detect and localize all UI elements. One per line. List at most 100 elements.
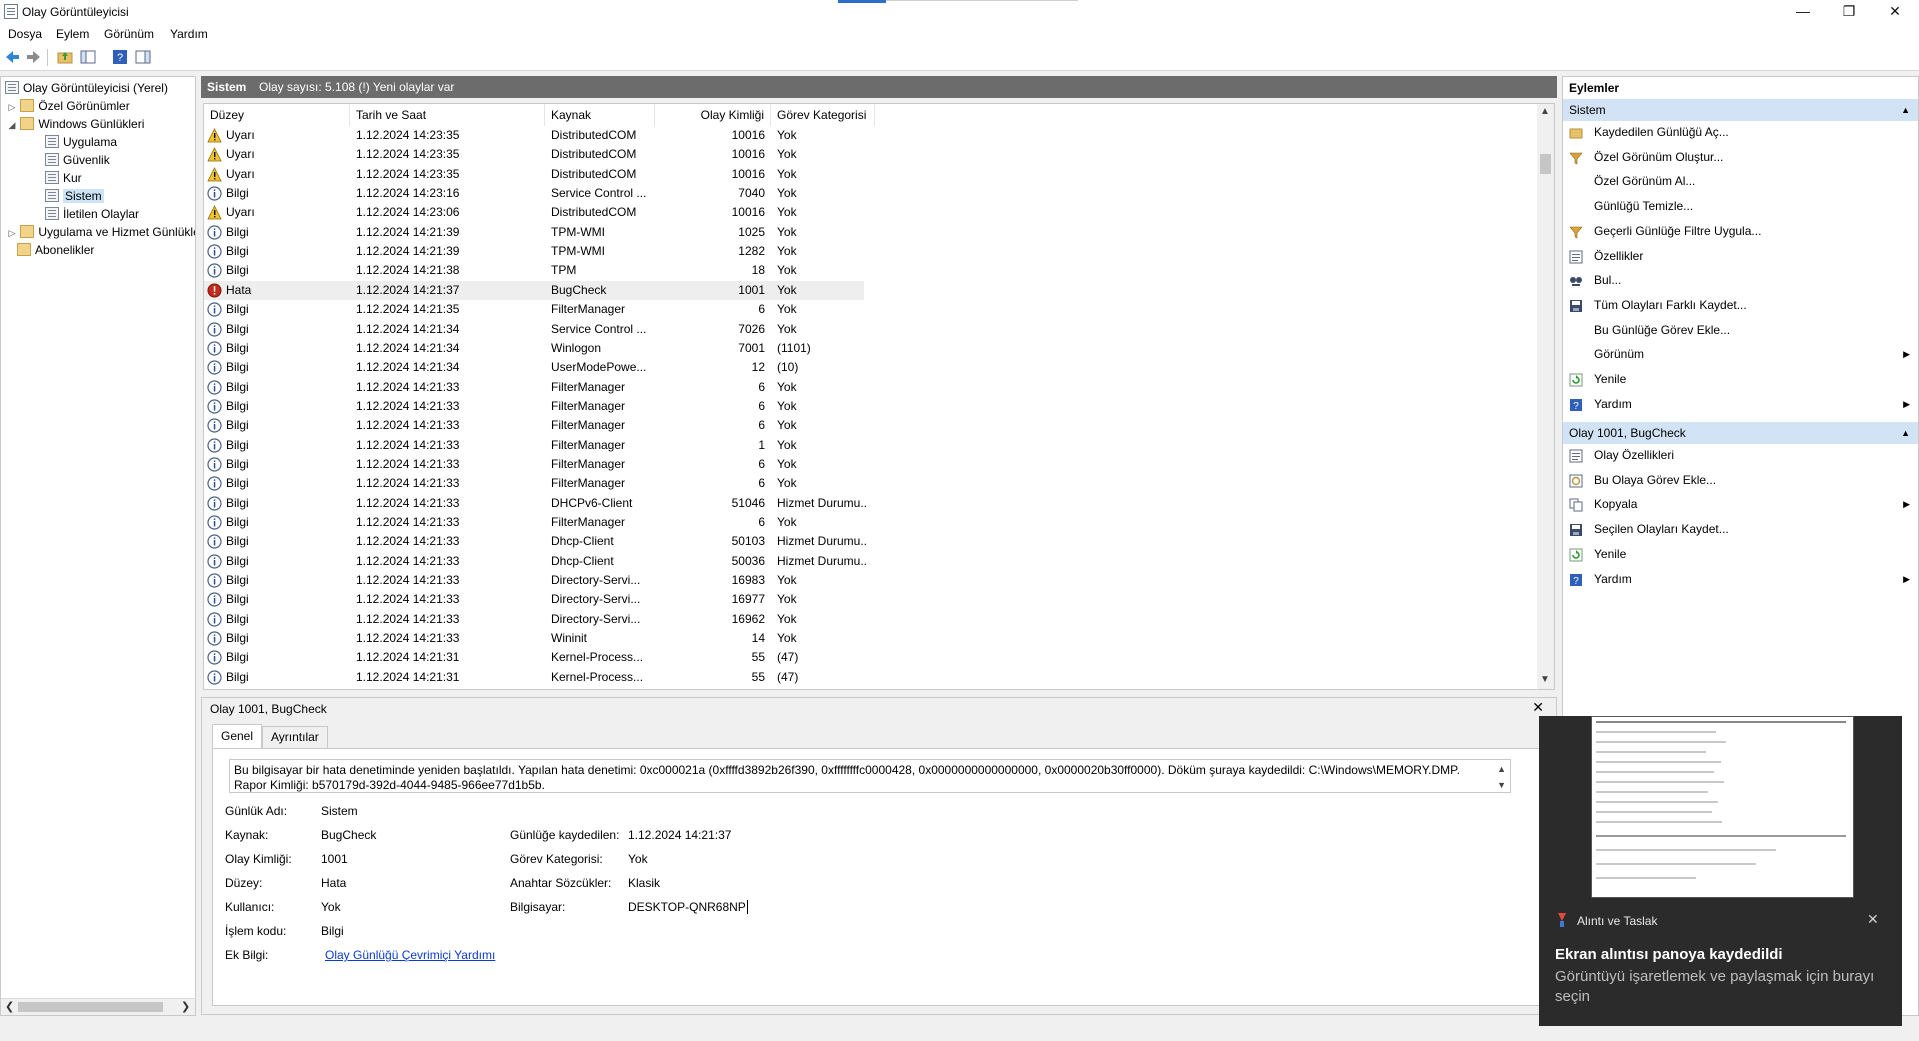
column-level[interactable]: Düzey — [204, 104, 350, 126]
menu-view[interactable]: Görünüm — [104, 27, 154, 41]
online-help-link[interactable]: Olay Günlüğü Çevrimiçi Yardımı — [325, 948, 495, 962]
event-row[interactable]: Uyarı 1.12.2024 14:23:35 DistributedCOM 100… — [204, 165, 864, 184]
column-date[interactable]: Tarih ve Saat — [350, 104, 545, 126]
menu-file[interactable]: Dosya — [8, 27, 42, 41]
close-button[interactable]: ✕ — [1872, 0, 1918, 24]
tree-windows-logs[interactable]: ◢ Windows Günlükleri — [7, 115, 144, 133]
event-row[interactable]: Bilgi 1.12.2024 14:21:33 Directory-Servi..… — [204, 571, 864, 590]
action-özel-görünüm-oluştur[interactable]: Özel Görünüm Oluştur... — [1563, 146, 1918, 169]
event-row[interactable]: Bilgi 1.12.2024 14:21:33 FilterManager 6 Yok — [204, 455, 864, 474]
scroll-up-icon[interactable]: ▲ — [1540, 106, 1550, 117]
tree-subscriptions[interactable]: Abonelikler — [17, 241, 94, 259]
event-row[interactable]: Bilgi 1.12.2024 14:21:34 UserModePowe... 12… — [204, 358, 864, 377]
event-row[interactable]: Bilgi 1.12.2024 14:21:33 Directory-Servi..… — [204, 610, 864, 629]
event-row[interactable]: Uyarı 1.12.2024 14:23:35 DistributedCOM 100… — [204, 126, 864, 145]
event-row[interactable]: Bilgi 1.12.2024 14:21:39 TPM-WMI 1025 Yok — [204, 223, 864, 242]
action-görünüm[interactable]: Görünüm ▶ — [1563, 343, 1918, 366]
column-event-id[interactable]: Olay Kimliği — [655, 104, 771, 126]
minimize-button[interactable]: — — [1780, 0, 1826, 24]
event-row[interactable]: Uyarı 1.12.2024 14:23:06 DistributedCOM 100… — [204, 203, 864, 222]
event-row[interactable]: Bilgi 1.12.2024 14:21:33 FilterManager 6 Yok — [204, 416, 864, 435]
menu-help[interactable]: Yardım — [170, 27, 208, 41]
tree-log-system[interactable]: Sistem — [45, 187, 104, 205]
event-row[interactable]: Bilgi 1.12.2024 14:21:33 FilterManager 6 Yok — [204, 513, 864, 532]
actions-section-system[interactable]: Sistem ▲ — [1563, 99, 1918, 121]
action-yenile[interactable]: Yenile — [1563, 368, 1918, 391]
tree-app-service-logs[interactable]: ▷ Uygulama ve Hizmet Günlükleri — [7, 223, 195, 242]
expand-icon[interactable]: ▷ — [7, 224, 17, 242]
scroll-left-icon[interactable]: ❮ — [5, 1000, 14, 1013]
events-vertical-scrollbar[interactable]: ▲ ▼ — [1537, 104, 1554, 689]
event-row[interactable]: Uyarı 1.12.2024 14:23:35 DistributedCOM 100… — [204, 145, 864, 164]
action-özellikler[interactable]: Özellikler — [1563, 245, 1918, 268]
notification-close-icon[interactable]: ✕ — [1867, 911, 1879, 928]
forward-icon[interactable] — [26, 49, 42, 65]
tree-horizontal-scrollbar[interactable]: ❮ ❯ — [1, 998, 195, 1015]
event-row[interactable]: Bilgi 1.12.2024 14:21:33 Dhcp-Client 50036 H… — [204, 552, 867, 571]
action-bu-olaya-görev-ekle[interactable]: Bu Olaya Görev Ekle... — [1563, 469, 1918, 492]
event-row[interactable]: Bilgi 1.12.2024 14:21:35 FilterManager 6 Yok — [204, 300, 864, 319]
event-row[interactable]: Bilgi 1.12.2024 14:21:31 Kernel-Process...… — [204, 687, 864, 689]
event-row[interactable]: Bilgi 1.12.2024 14:21:33 FilterManager 6 Yok — [204, 378, 864, 397]
action-yardım[interactable]: ? Yardım ▶ — [1563, 568, 1918, 591]
show-hide-actions-icon[interactable] — [135, 49, 151, 65]
event-row[interactable]: Bilgi 1.12.2024 14:21:33 Dhcp-Client 50103 H… — [204, 532, 867, 551]
column-source[interactable]: Kaynak — [545, 104, 655, 126]
action-kopyala[interactable]: Kopyala ▶ — [1563, 493, 1918, 516]
action-yardım[interactable]: ? Yardım ▶ — [1563, 393, 1918, 416]
scroll-up-icon[interactable]: ▲ — [1497, 762, 1506, 777]
collapse-icon[interactable]: ▲ — [1901, 99, 1910, 121]
scroll-thumb[interactable] — [18, 1002, 163, 1012]
event-row[interactable]: Bilgi 1.12.2024 14:21:33 Wininit 14 Yok — [204, 629, 864, 648]
event-row[interactable]: Bilgi 1.12.2024 14:21:33 FilterManager 6 Yok — [204, 474, 864, 493]
tab-general[interactable]: Genel — [212, 724, 263, 748]
action-özel-görünüm-al[interactable]: Özel Görünüm Al... — [1563, 170, 1918, 193]
show-hide-tree-icon[interactable] — [80, 49, 96, 65]
event-row[interactable]: Bilgi 1.12.2024 14:21:33 FilterManager 1 Yok — [204, 436, 864, 455]
details-close-icon[interactable]: ✕ — [1532, 699, 1544, 716]
action-olay-özellikleri[interactable]: Olay Özellikleri — [1563, 444, 1918, 467]
event-row[interactable]: Bilgi 1.12.2024 14:21:31 Kernel-Process...… — [204, 668, 864, 687]
action-kaydedilen-günlüğü-aç[interactable]: Kaydedilen Günlüğü Aç... — [1563, 121, 1918, 144]
scroll-down-icon[interactable]: ▼ — [1540, 674, 1550, 685]
computer-value[interactable]: DESKTOP-QNR68NP — [628, 900, 748, 914]
collapse-icon[interactable]: ▲ — [1901, 422, 1910, 444]
tree-log-security[interactable]: Güvenlik — [45, 151, 110, 169]
action-yenile[interactable]: Yenile — [1563, 543, 1918, 566]
event-message[interactable]: Bu bilgisayar bir hata denetiminde yenid… — [229, 759, 1511, 793]
tree-custom-views[interactable]: ▷ Özel Görünümler — [7, 97, 130, 115]
up-folder-icon[interactable] — [57, 49, 73, 65]
event-row[interactable]: Bilgi 1.12.2024 14:21:34 Winlogon 7001 (1101… — [204, 339, 864, 358]
event-row[interactable]: Bilgi 1.12.2024 14:21:34 Service Control .… — [204, 320, 864, 339]
event-row[interactable]: Bilgi 1.12.2024 14:21:33 Directory-Servi..… — [204, 590, 864, 609]
action-tüm-olayları-farklı-kaydet[interactable]: Tüm Olayları Farklı Kaydet... — [1563, 294, 1918, 317]
action-geçerli-günlüğe-filtre-uygula[interactable]: Geçerli Günlüğe Filtre Uygula... — [1563, 220, 1918, 243]
tree-log-setup[interactable]: Kur — [45, 169, 82, 187]
expand-icon[interactable]: ▷ — [7, 98, 17, 116]
event-row[interactable]: Bilgi 1.12.2024 14:21:33 DHCPv6-Client 5104… — [204, 494, 867, 513]
event-row[interactable]: Bilgi 1.12.2024 14:21:31 Kernel-Process...… — [204, 648, 864, 667]
action-seçilen-olayları-kaydet[interactable]: Seçilen Olayları Kaydet... — [1563, 518, 1918, 541]
menu-action[interactable]: Eylem — [56, 27, 89, 41]
tree-root[interactable]: Olay Görüntüleyicisi (Yerel) — [5, 79, 168, 97]
tree-log-application[interactable]: Uygulama — [45, 133, 117, 151]
event-row[interactable]: Hata 1.12.2024 14:21:37 BugCheck 1001 Yok — [204, 280, 864, 300]
snip-notification[interactable]: Alıntı ve Taslak ✕ Ekran alıntısı panoya… — [1539, 716, 1902, 1026]
actions-section-event[interactable]: Olay 1001, BugCheck ▲ — [1563, 422, 1918, 444]
action-bul[interactable]: Bul... — [1563, 269, 1918, 292]
screenshot-thumbnail[interactable] — [1591, 716, 1854, 898]
action-günlüğü-temizle[interactable]: Günlüğü Temizle... — [1563, 195, 1918, 218]
help-icon[interactable]: ? — [112, 49, 128, 65]
tab-details[interactable]: Ayrıntılar — [262, 726, 328, 748]
action-bu-günlüğe-görev-ekle[interactable]: Bu Günlüğe Görev Ekle... — [1563, 319, 1918, 342]
scroll-right-icon[interactable]: ❯ — [181, 1000, 190, 1013]
back-icon[interactable] — [4, 49, 20, 65]
collapse-icon[interactable]: ◢ — [7, 116, 17, 134]
scroll-thumb[interactable] — [1540, 154, 1551, 174]
tree-log-forwarded[interactable]: İletilen Olaylar — [45, 205, 139, 223]
scroll-down-icon[interactable]: ▼ — [1497, 778, 1506, 793]
event-row[interactable]: Bilgi 1.12.2024 14:21:39 TPM-WMI 1282 Yok — [204, 242, 864, 261]
event-row[interactable]: Bilgi 1.12.2024 14:21:33 FilterManager 6 Yok — [204, 397, 864, 416]
column-task-category[interactable]: Görev Kategorisi — [771, 104, 875, 126]
maximize-button[interactable]: ❐ — [1826, 0, 1872, 24]
